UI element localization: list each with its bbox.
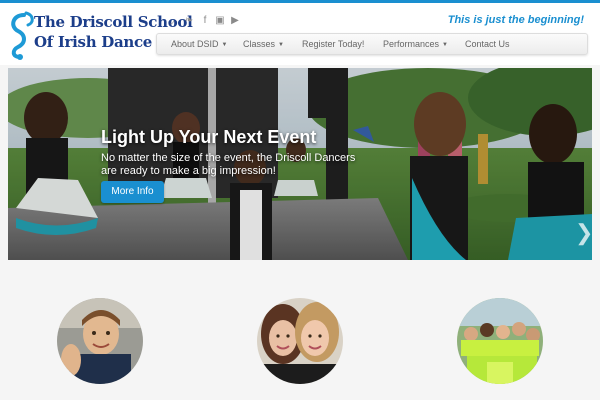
- hero-subtitle: No matter the size of the event, the Dri…: [101, 152, 356, 177]
- instagram-icon[interactable]: ▣: [214, 15, 226, 27]
- chevron-down-icon: ▼: [221, 42, 228, 48]
- nav-contact-us[interactable]: Contact Us: [465, 34, 510, 54]
- chevron-down-icon: ▼: [278, 42, 284, 48]
- twitter-icon[interactable]: ❧: [183, 15, 195, 27]
- main-navigation: About DSID ▼ Classes ▼ Register Today! Per…: [156, 33, 588, 55]
- site-header: The Driscoll School Of Irish Dance ◞ ❧ f…: [0, 3, 600, 65]
- hero-slider: Light Up Your Next Event No matter the s…: [8, 68, 592, 260]
- facebook-icon[interactable]: f: [199, 15, 211, 27]
- youtube-icon[interactable]: ▶: [229, 15, 241, 27]
- rss-icon[interactable]: ◞: [166, 15, 178, 27]
- chevron-down-icon: ▼: [442, 42, 448, 48]
- nav-about-dsid-label: About DSID: [171, 39, 219, 49]
- nav-classes-label: Classes: [243, 39, 276, 49]
- hero-title: Light Up Your Next Event: [101, 127, 317, 147]
- nav-classes[interactable]: Classes ▼: [243, 34, 284, 54]
- site-logo[interactable]: The Driscoll School Of Irish Dance: [8, 9, 193, 61]
- feature-photo-boy-image: [57, 298, 143, 384]
- nav-about-dsid[interactable]: About DSID ▼: [171, 34, 227, 54]
- feature-photo-group-image: [457, 298, 543, 384]
- more-info-button[interactable]: More Info: [101, 181, 164, 203]
- logo-text-line2: Of Irish Dance: [34, 33, 153, 51]
- feature-photo-two-women-image: [257, 298, 343, 384]
- nav-performances[interactable]: Performances ▼: [383, 34, 448, 54]
- nav-register-today[interactable]: Register Today!: [302, 34, 364, 54]
- slider-next-arrow-icon[interactable]: ❯: [575, 220, 592, 246]
- feature-photo-boy[interactable]: [57, 298, 143, 384]
- site-tagline: This is just the beginning!: [447, 14, 584, 26]
- nav-performances-label: Performances: [383, 39, 440, 49]
- feature-photo-group[interactable]: [457, 298, 543, 384]
- nav-register-today-label: Register Today!: [302, 39, 365, 49]
- nav-contact-us-label: Contact Us: [465, 39, 510, 49]
- feature-photo-two-women[interactable]: [257, 298, 343, 384]
